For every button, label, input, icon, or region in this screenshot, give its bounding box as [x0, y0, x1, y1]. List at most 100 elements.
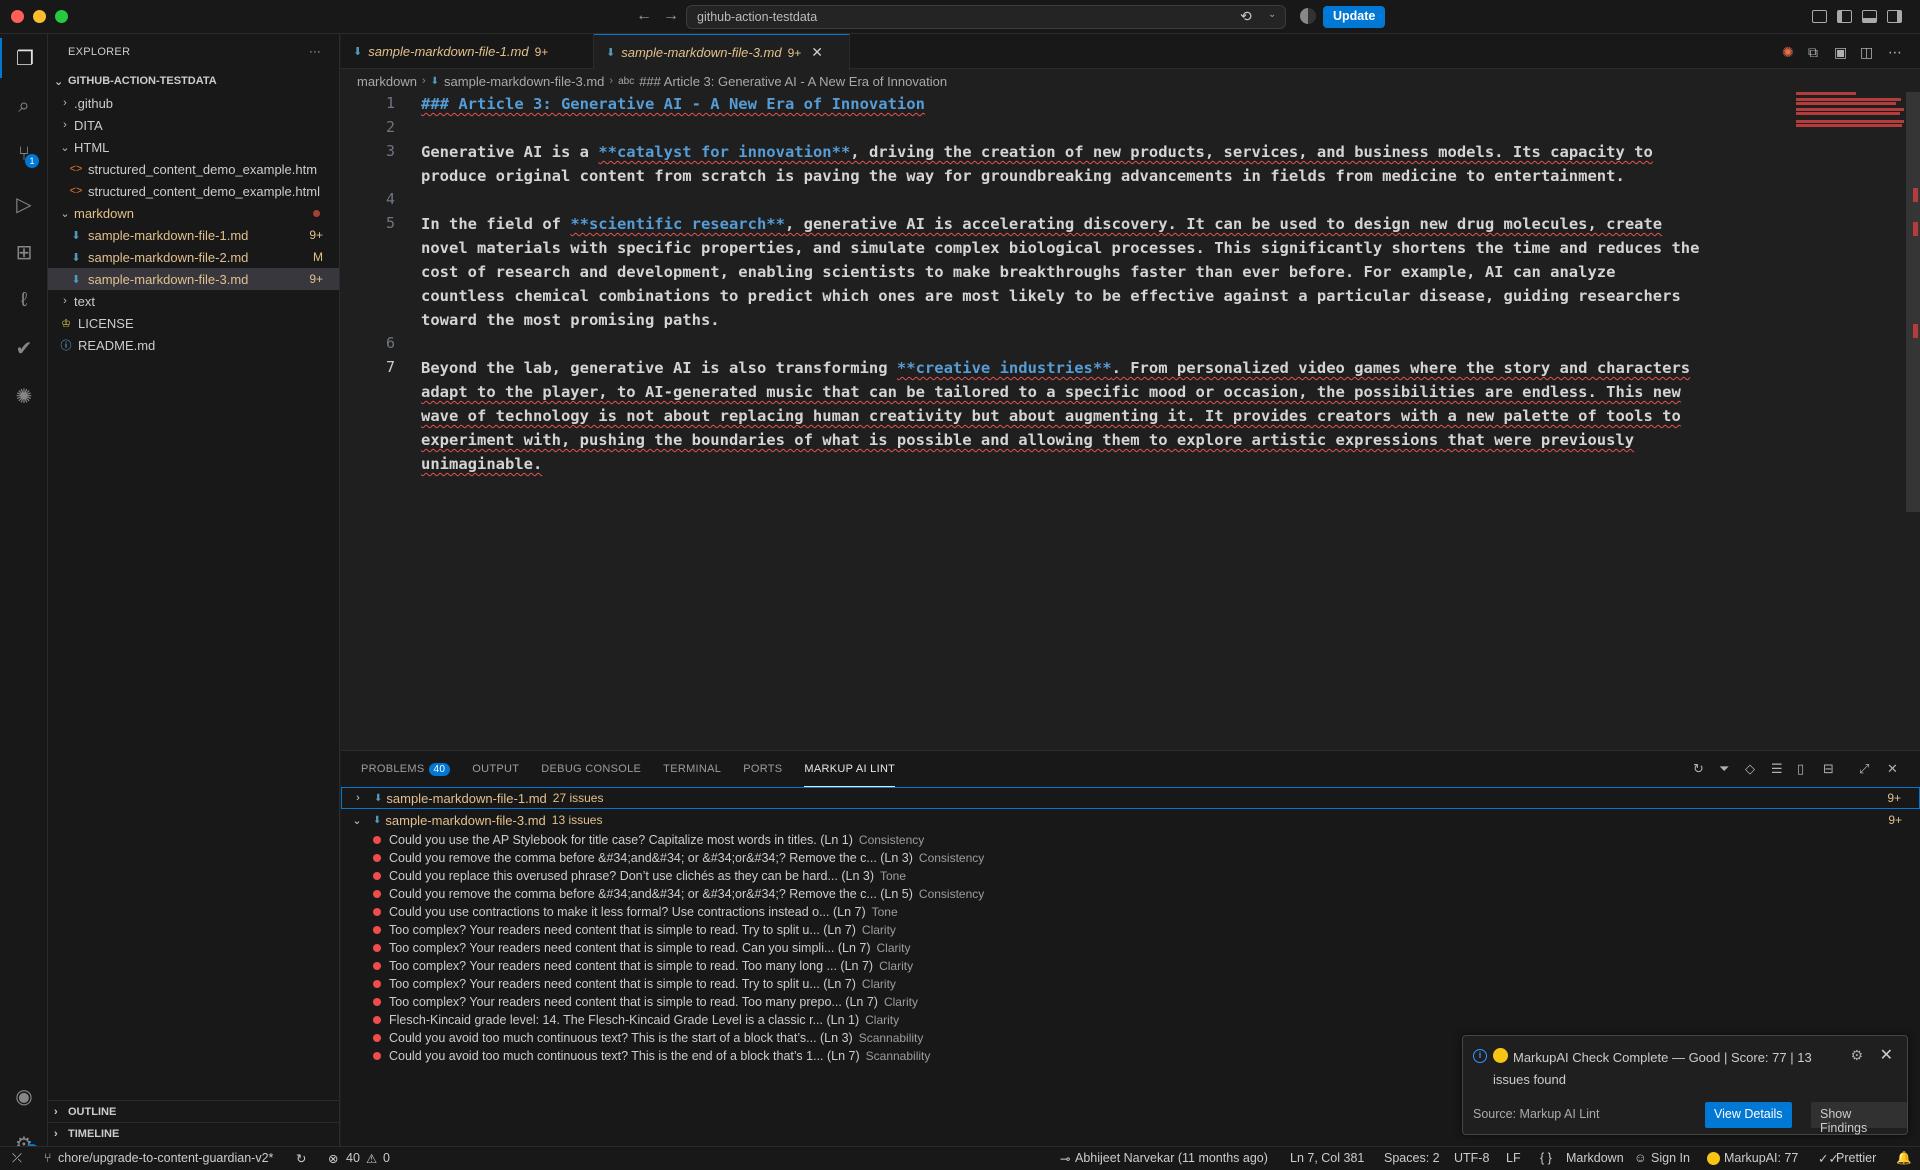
lint-issue-row[interactable]: Could you remove the comma before &#34;a… — [341, 885, 1541, 903]
file-encoding[interactable]: UTF-8 — [1454, 1151, 1489, 1165]
tree-item[interactable]: ♔ LICENSE — [48, 312, 339, 334]
tree-item[interactable]: › DITA — [48, 114, 339, 136]
copilot-chat-icon[interactable]: ℓ — [0, 280, 48, 320]
tree-item[interactable]: <> structured_content_demo_example.htm — [48, 158, 339, 180]
window-maximize-button[interactable] — [55, 10, 68, 23]
lint-issue-row[interactable]: Too complex? Your readers need content t… — [341, 921, 1541, 939]
git-blame[interactable]: Abhijeet Narvekar (11 months ago) — [1075, 1151, 1268, 1165]
search-icon[interactable]: ⌕ — [0, 86, 48, 126]
more-actions-icon[interactable]: ⋯ — [1888, 44, 1902, 61]
tree-item[interactable]: ⬇ sample-markdown-file-3.md 9+ — [48, 268, 339, 290]
chevron-down-icon[interactable]: ⌄ — [1268, 9, 1276, 20]
lint-issue-row[interactable]: Could you use contractions to make it le… — [341, 903, 1541, 921]
workspace-root-folder[interactable]: ⌄ GITHUB-ACTION-TESTDATA — [48, 70, 339, 92]
tab-terminal[interactable]: TERMINAL — [663, 751, 721, 787]
tree-item[interactable]: ⬇ sample-markdown-file-2.md M — [48, 246, 339, 268]
tab-debug-console[interactable]: DEBUG CONSOLE — [541, 751, 641, 787]
tab-problems[interactable]: PROBLEMS 40 — [361, 751, 451, 787]
copilot-icon[interactable]: ⟲ — [1240, 8, 1252, 25]
indentation[interactable]: Spaces: 2 — [1384, 1151, 1440, 1165]
markupai-score[interactable]: MarkupAI: 77 — [1724, 1151, 1798, 1165]
tree-item[interactable]: ⌄ markdown — [48, 202, 339, 224]
end-of-line[interactable]: LF — [1506, 1151, 1521, 1165]
run-debug-icon[interactable]: ▷ — [0, 184, 48, 224]
maximize-panel-icon[interactable]: ⤢ — [1859, 761, 1869, 777]
tab-sample-markdown-file-1[interactable]: ⬇ sample-markdown-file-1.md 9+ — [341, 34, 594, 69]
preview-icon[interactable]: ▣ — [1834, 44, 1847, 61]
show-findings-button[interactable]: Show Findings — [1811, 1102, 1907, 1135]
back-arrow-icon[interactable]: ← — [636, 7, 652, 25]
breadcrumb-folder[interactable]: markdown — [357, 74, 417, 89]
tree-item[interactable]: ⓘ README.md — [48, 334, 339, 356]
toggle-panel-icon[interactable] — [1862, 10, 1877, 23]
timeline-section[interactable]: › TIMELINE — [48, 1122, 340, 1144]
customize-layout-icon[interactable] — [1812, 10, 1827, 23]
close-panel-icon[interactable]: ✕ — [1887, 761, 1898, 777]
tree-item[interactable]: › .github — [48, 92, 339, 114]
tree-item[interactable]: › text — [48, 290, 339, 312]
markup-ai-check-icon[interactable]: ✺ — [1782, 44, 1794, 61]
tab-markup-ai-lint[interactable]: MARKUP AI LINT — [804, 751, 896, 787]
breadcrumb-file[interactable]: sample-markdown-file-3.md — [444, 74, 604, 89]
split-editor-icon[interactable]: ◫ — [1860, 44, 1873, 61]
outline-section[interactable]: › OUTLINE — [48, 1100, 340, 1122]
tag-icon[interactable]: ◇ — [1745, 761, 1755, 777]
extensions-icon[interactable]: ⊞ — [0, 232, 48, 272]
remote-icon[interactable]: ⤫ — [12, 1151, 22, 1166]
minimap[interactable] — [1796, 92, 1906, 132]
warning-count[interactable]: 0 — [383, 1151, 390, 1165]
lint-issue-row[interactable]: Too complex? Your readers need content t… — [341, 957, 1541, 975]
tree-item[interactable]: ⌄ HTML — [48, 136, 339, 158]
close-icon[interactable]: ✕ — [811, 44, 823, 61]
more-actions-icon[interactable]: ··· — [309, 46, 321, 58]
gear-icon[interactable]: ⚙ — [1850, 1047, 1863, 1064]
refresh-icon[interactable]: ↻ — [1693, 761, 1704, 777]
sign-in[interactable]: Sign In — [1651, 1151, 1690, 1165]
explorer-icon[interactable]: ❐ — [0, 38, 48, 78]
source-control-icon[interactable]: ⑂ 1 — [0, 134, 48, 174]
lint-file-row[interactable]: ⌄ ⬇ sample-markdown-file-3.md 13 issues … — [341, 809, 1920, 831]
collapse-all-icon[interactable]: ⊟ — [1823, 761, 1834, 777]
lint-file-row[interactable]: › ⬇ sample-markdown-file-1.md 27 issues … — [341, 787, 1920, 809]
toggle-secondary-sidebar-icon[interactable] — [1887, 10, 1902, 23]
open-changes-icon[interactable]: ⧉ — [1808, 44, 1818, 61]
error-count[interactable]: 40 — [346, 1151, 360, 1165]
sync-icon[interactable]: ↻ — [296, 1151, 306, 1166]
tree-item[interactable]: <> structured_content_demo_example.html — [48, 180, 339, 202]
markdown-editor[interactable]: 1 2 3 4 5 6 7 ### Article 3: Generative … — [341, 92, 1920, 750]
tree-item[interactable]: ⬇ sample-markdown-file-1.md 9+ — [48, 224, 339, 246]
notifications-bell-icon[interactable]: 🔔 — [1896, 1151, 1912, 1166]
testing-icon[interactable]: ✔ — [0, 328, 48, 368]
file-icon[interactable]: ▯ — [1797, 761, 1804, 777]
git-branch[interactable]: chore/upgrade-to-content-guardian-v2* — [58, 1151, 273, 1165]
lint-issue-row[interactable]: Could you replace this overused phrase? … — [341, 867, 1541, 885]
close-icon[interactable]: ✕ — [1880, 1045, 1893, 1065]
lint-issue-row[interactable]: Too complex? Your readers need content t… — [341, 939, 1541, 957]
command-center-search[interactable]: github-action-testdata — [686, 5, 1286, 29]
lint-issue-row[interactable]: Could you remove the comma before &#34;a… — [341, 849, 1541, 867]
toggle-sidebar-icon[interactable] — [1837, 10, 1852, 23]
lint-issue-row[interactable]: Could you avoid too much continuous text… — [341, 1029, 1541, 1047]
view-details-button[interactable]: View Details — [1705, 1102, 1792, 1128]
prettier-status[interactable]: Prettier — [1836, 1151, 1876, 1165]
window-minimize-button[interactable] — [33, 10, 46, 23]
tab-ports[interactable]: PORTS — [743, 751, 782, 787]
cursor-position[interactable]: Ln 7, Col 381 — [1290, 1151, 1364, 1165]
language-mode[interactable]: Markdown — [1566, 1151, 1624, 1165]
lint-issue-row[interactable]: Too complex? Your readers need content t… — [341, 975, 1541, 993]
tab-output[interactable]: OUTPUT — [472, 751, 519, 787]
filter-icon[interactable]: ⏷ — [1719, 761, 1729, 777]
window-close-button[interactable] — [11, 10, 24, 23]
lint-issue-row[interactable]: Flesch-Kincaid grade level: 14. The Fles… — [341, 1011, 1541, 1029]
theme-toggle-icon[interactable] — [1300, 8, 1316, 24]
editor-scrollbar[interactable] — [1906, 92, 1920, 512]
update-button[interactable]: Update — [1323, 6, 1386, 28]
lint-issue-row[interactable]: Could you use the AP Stylebook for title… — [341, 831, 1541, 849]
markup-ai-icon[interactable]: ✺ — [0, 376, 48, 416]
accounts-icon[interactable]: ◉ — [0, 1076, 48, 1116]
forward-arrow-icon[interactable]: → — [663, 7, 679, 25]
lint-issue-row[interactable]: Too complex? Your readers need content t… — [341, 993, 1541, 1011]
list-icon[interactable]: ☰ — [1771, 761, 1783, 777]
tab-sample-markdown-file-3[interactable]: ⬇ sample-markdown-file-3.md 9+ ✕ — [594, 34, 850, 70]
lint-issue-row[interactable]: Could you avoid too much continuous text… — [341, 1047, 1541, 1065]
